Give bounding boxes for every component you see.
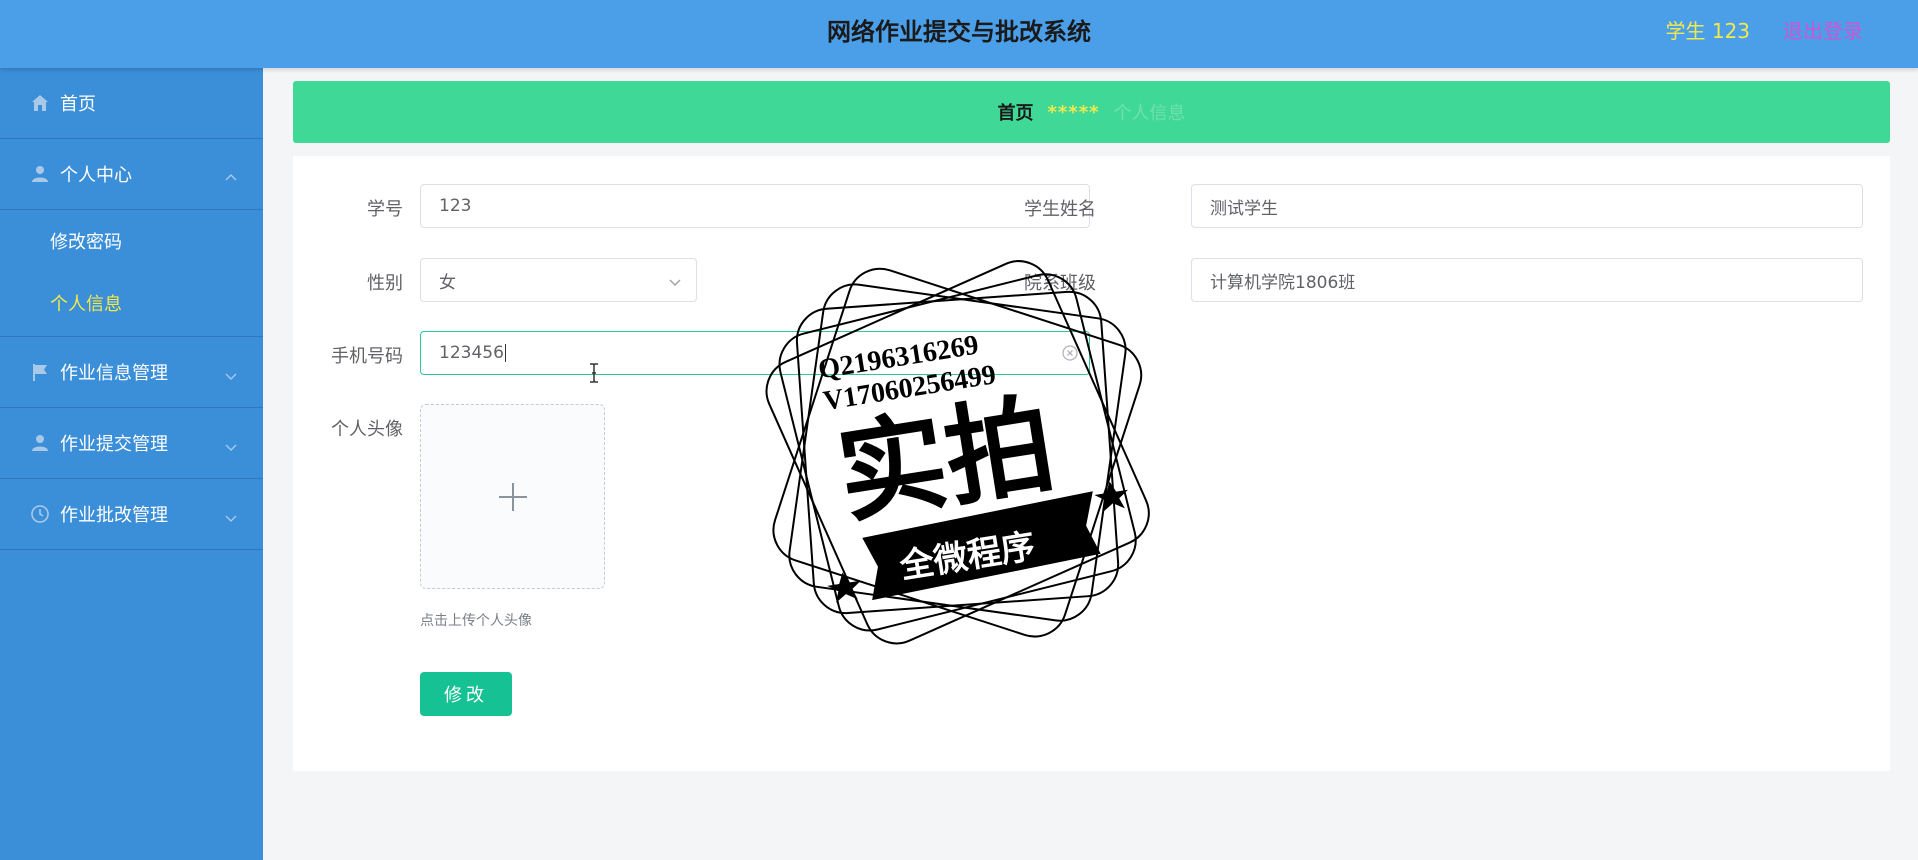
sidebar-item-homework-submit[interactable]: 作业提交管理: [0, 408, 263, 479]
sidebar-item-label: 个人中心: [60, 165, 132, 186]
gender-value: 女: [439, 272, 456, 293]
sidebar-item-personal-center[interactable]: 个人中心: [0, 139, 263, 210]
breadcrumb-current: 个人信息: [1113, 103, 1186, 124]
gender-select[interactable]: 女: [420, 258, 697, 302]
sidebar-item-change-password[interactable]: 修改密码: [0, 210, 263, 272]
sidebar-item-label: 首页: [60, 94, 96, 115]
chevron-down-icon: [225, 366, 237, 380]
sidebar-item-personal-info[interactable]: 个人信息: [0, 272, 263, 334]
clock-icon: [30, 504, 50, 524]
student-name-input[interactable]: 测试学生: [1191, 184, 1863, 228]
chevron-down-icon: [225, 437, 237, 451]
avatar-upload-tip: 点击上传个人头像: [420, 613, 532, 629]
user-icon: [30, 433, 50, 453]
submenu-personal-center: 修改密码 个人信息: [0, 210, 263, 337]
text-caret: [504, 344, 506, 362]
sidebar-item-homework-info[interactable]: 作业信息管理: [0, 337, 263, 408]
chevron-down-icon: [225, 508, 237, 522]
class-input[interactable]: 计算机学院1806班: [1191, 258, 1863, 302]
phone-value: 123456: [439, 343, 504, 363]
breadcrumb-separator: *****: [1047, 101, 1100, 123]
app-title: 网络作业提交与批改系统: [827, 18, 1091, 46]
class-value: 计算机学院1806班: [1210, 272, 1356, 293]
sidebar-item-homework-grading[interactable]: 作业批改管理: [0, 479, 263, 550]
personal-info-form: 学号 123 学生姓名 测试学生 性别 女 院系班级 计算机学院1806班 手机…: [293, 156, 1890, 771]
sidebar-item-label: 作业提交管理: [60, 434, 168, 455]
sidebar-item-label: 作业批改管理: [60, 505, 168, 526]
mouse-cursor-icon: [589, 363, 599, 383]
phone-label: 手机号码: [331, 346, 403, 367]
student-name-label: 学生姓名: [1024, 199, 1096, 220]
home-icon: [30, 93, 50, 113]
class-label: 院系班级: [1024, 273, 1096, 294]
chevron-up-icon: [225, 168, 237, 181]
breadcrumb-home[interactable]: 首页: [997, 99, 1033, 125]
plus-icon: [499, 483, 527, 511]
sidebar: 首页 个人中心 修改密码 个人信息 作业信息管理 作业提交管理 作业批改管理: [0, 68, 263, 860]
logout-link[interactable]: 退出登录: [1783, 0, 1863, 62]
clear-icon[interactable]: [1061, 344, 1079, 362]
current-user: 学生 123: [1665, 19, 1750, 43]
top-header: 网络作业提交与批改系统 学生 123 退出登录: [0, 0, 1918, 68]
flag-icon: [30, 362, 50, 382]
user-icon: [30, 164, 50, 184]
update-button[interactable]: 修改: [420, 672, 512, 716]
sidebar-item-label: 作业信息管理: [60, 363, 168, 384]
chevron-down-icon: [668, 274, 682, 288]
avatar-uploader[interactable]: [420, 404, 605, 589]
sidebar-item-home[interactable]: 首页: [0, 68, 263, 139]
student-name-value: 测试学生: [1210, 198, 1278, 219]
student-id-label: 学号: [367, 199, 403, 220]
avatar-label: 个人头像: [331, 419, 403, 440]
gender-label: 性别: [367, 273, 403, 294]
phone-input[interactable]: 123456: [420, 331, 1090, 375]
student-id-value: 123: [439, 196, 472, 216]
breadcrumb: 首页 ***** 个人信息: [293, 81, 1890, 143]
